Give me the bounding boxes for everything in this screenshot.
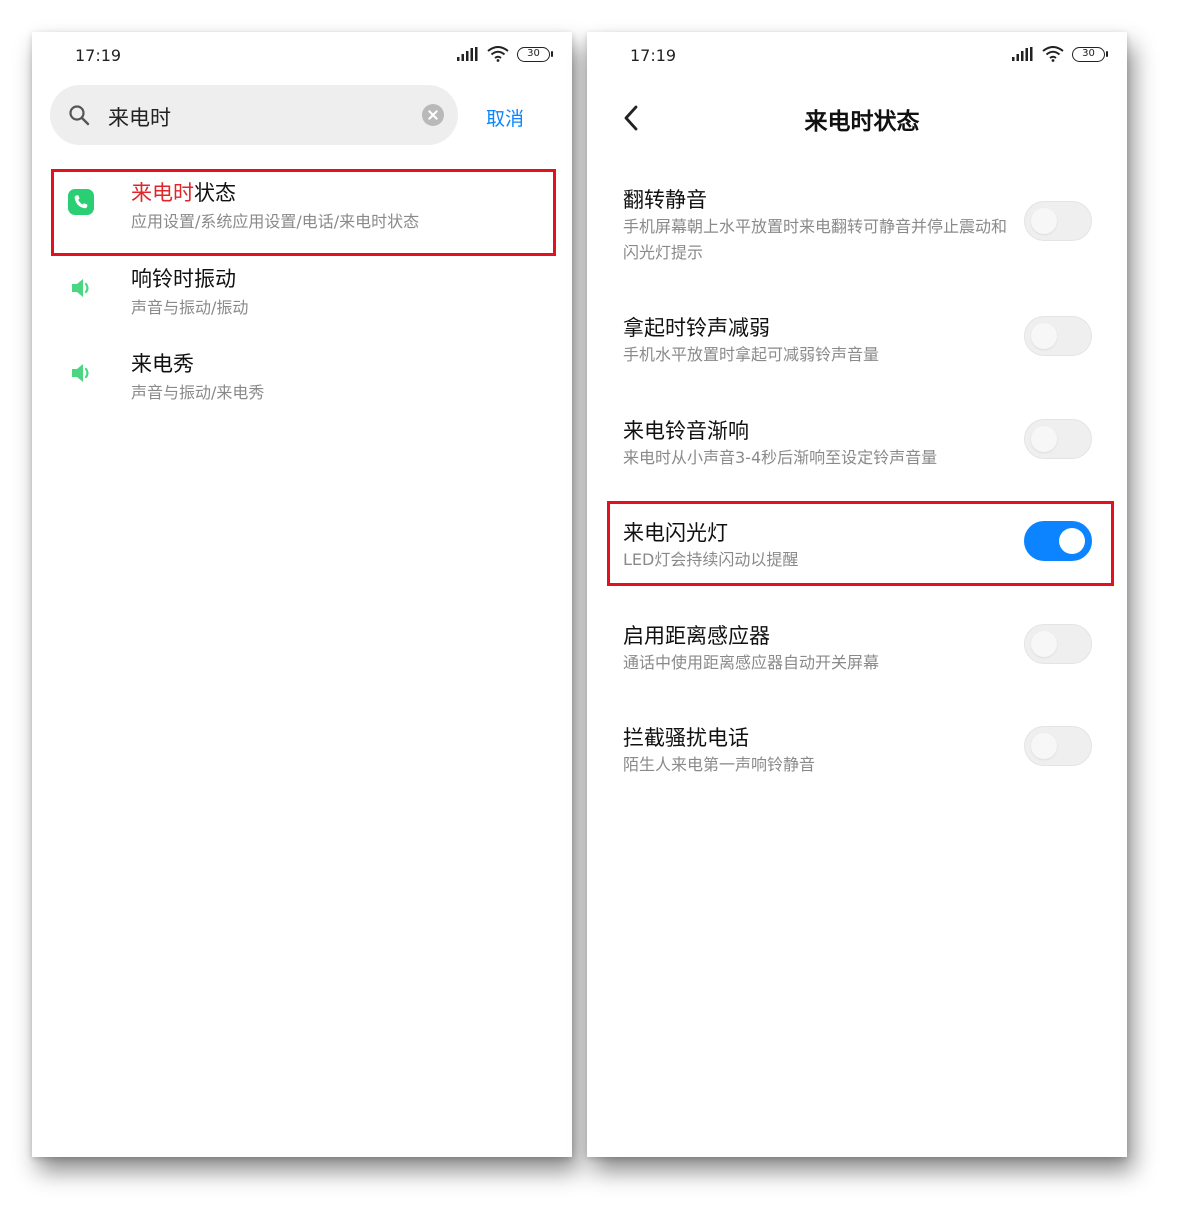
result-title: 响铃时振动: [131, 267, 236, 291]
page-title: 来电时状态: [804, 109, 920, 135]
wifi-icon: [487, 46, 509, 62]
highlight-box-flash-setting: [607, 501, 1114, 586]
setting-title: 拿起时铃声减弱: [623, 316, 770, 340]
setting-description: 来电时从小声音3-4秒后渐响至设定铃声音量: [623, 448, 938, 467]
signal-icon: [457, 47, 478, 61]
status-bar: 17:19 30: [32, 32, 572, 80]
setting-title: 拦截骚扰电话: [623, 726, 749, 750]
flip-to-mute-toggle[interactable]: [1024, 201, 1092, 241]
setting-description: 手机屏幕朝上水平放置时来电翻转可静音并停止震动和闪光灯提示: [623, 217, 1008, 262]
search-result-caller-show[interactable]: 来电秀 声音与振动/来电秀: [32, 336, 572, 420]
search-input[interactable]: 来电时: [50, 85, 458, 145]
battery-icon: 30: [1072, 46, 1108, 62]
cancel-button[interactable]: 取消: [486, 104, 524, 131]
search-icon: [69, 105, 90, 126]
battery-icon: 30: [517, 46, 553, 62]
setting-proximity-sensor: 启用距离感应器 通话中使用距离感应器自动开关屏幕: [587, 620, 1127, 680]
result-subtitle: 声音与振动/来电秀: [131, 383, 265, 402]
speaker-icon: [72, 279, 89, 297]
setting-block-spam-calls: 拦截骚扰电话 陌生人来电第一声响铃静音: [587, 722, 1127, 782]
search-result-vibrate-on-ring[interactable]: 响铃时振动 声音与振动/振动: [32, 251, 572, 335]
pick-up-lower-volume-toggle[interactable]: [1024, 316, 1092, 356]
speaker-icon: [72, 364, 89, 382]
signal-icon: [1012, 47, 1033, 61]
setting-flip-to-mute: 翻转静音 手机屏幕朝上水平放置时来电翻转可静音并停止震动和闪光灯提示: [587, 184, 1127, 274]
incoming-call-status-screen: 17:19 30 来电时状态 翻转静音 手机屏幕朝上水平放置时来电翻转可静音并停…: [587, 32, 1127, 1157]
status-time: 17:19: [630, 46, 677, 65]
status-bar: 17:19 30: [587, 32, 1127, 80]
setting-description: 手机水平放置时拿起可减弱铃声音量: [623, 345, 880, 364]
setting-title: 启用距离感应器: [623, 624, 770, 648]
clear-icon[interactable]: [422, 104, 444, 126]
setting-ringtone-fade-in: 来电铃音渐响 来电时从小声音3-4秒后渐响至设定铃声音量: [587, 415, 1127, 475]
highlight-box-search-result: [51, 169, 556, 256]
wifi-icon: [1042, 46, 1064, 62]
setting-description: 陌生人来电第一声响铃静音: [623, 755, 816, 774]
setting-title: 来电铃音渐响: [623, 419, 749, 443]
status-time: 17:19: [75, 46, 122, 65]
setting-pick-up-lower-volume: 拿起时铃声减弱 手机水平放置时拿起可减弱铃声音量: [587, 312, 1127, 372]
proximity-sensor-toggle[interactable]: [1024, 624, 1092, 664]
setting-title: 翻转静音: [623, 188, 707, 212]
search-query[interactable]: 来电时: [108, 102, 171, 132]
result-title: 来电秀: [131, 352, 194, 376]
result-subtitle: 声音与振动/振动: [131, 298, 249, 317]
block-spam-calls-toggle[interactable]: [1024, 726, 1092, 766]
setting-description: 通话中使用距离感应器自动开关屏幕: [623, 653, 880, 672]
ringtone-fade-in-toggle[interactable]: [1024, 419, 1092, 459]
